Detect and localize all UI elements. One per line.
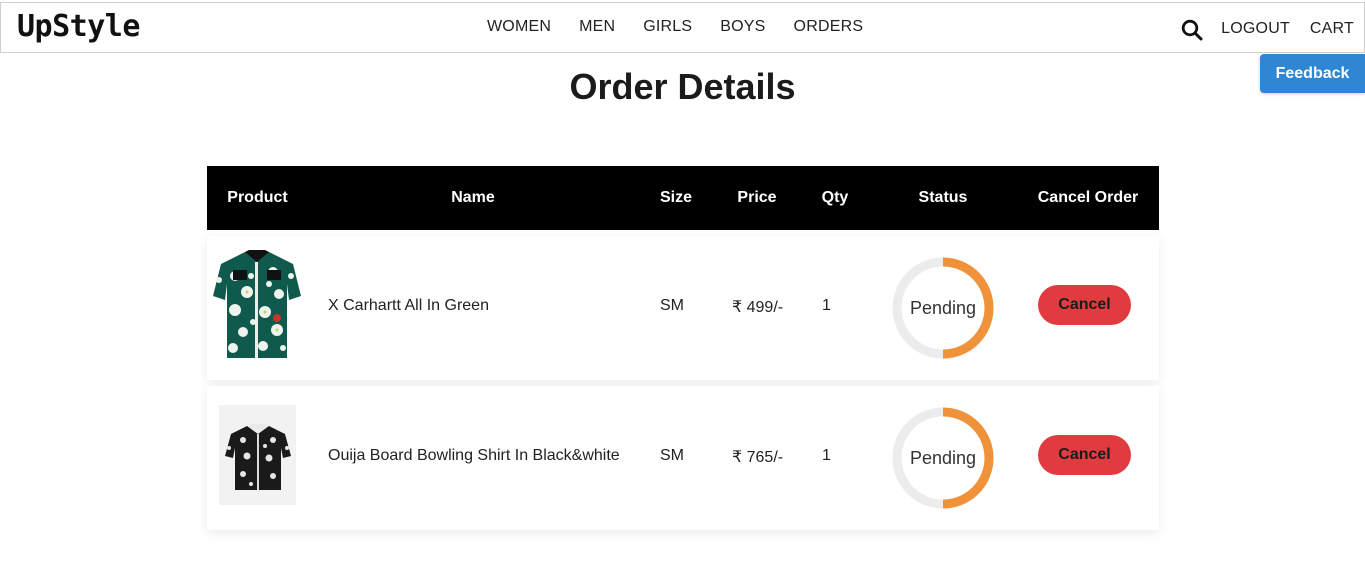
cancel-order-button[interactable]: Cancel	[1038, 435, 1131, 475]
header-price: Price	[737, 189, 777, 206]
product-qty: 1	[822, 447, 831, 464]
nav-girls[interactable]: GIRLS	[643, 18, 692, 36]
green-floral-shirt-image	[213, 250, 301, 358]
header-product: Product	[227, 189, 288, 206]
table-row: X Carhartt All In Green SM ₹ 499/- 1 Pen…	[207, 236, 1159, 380]
navbar: UpStyle WOMEN MEN GIRLS BOYS ORDERS LOGO…	[0, 2, 1365, 53]
logout-link[interactable]: LOGOUT	[1221, 20, 1290, 38]
product-image[interactable]	[207, 236, 307, 380]
nav-boys[interactable]: BOYS	[720, 18, 765, 36]
status-badge: Pending	[909, 448, 977, 468]
product-name: Ouija Board Bowling Shirt In Black&white	[328, 447, 620, 464]
product-price: ₹ 765/-	[732, 449, 784, 466]
nav-right: LOGOUT CART	[1181, 18, 1354, 41]
orders-table: Product Name Size Price Qty Status Cance…	[207, 166, 1159, 530]
brand-logo[interactable]: UpStyle	[17, 9, 140, 44]
status-badge: Pending	[909, 298, 977, 318]
page-title: Order Details	[569, 66, 796, 107]
table-row: Ouija Board Bowling Shirt In Black&white…	[207, 386, 1159, 530]
table-header: Product Name Size Price Qty Status Cance…	[207, 166, 1159, 230]
product-price: ₹ 499/-	[732, 299, 784, 316]
product-qty: 1	[822, 297, 831, 314]
header-size: Size	[659, 189, 692, 206]
product-size: SM	[660, 447, 684, 464]
cancel-order-button[interactable]: Cancel	[1038, 285, 1131, 325]
main-nav: WOMEN MEN GIRLS BOYS ORDERS	[487, 18, 891, 36]
search-icon[interactable]	[1181, 19, 1203, 41]
header-status: Status	[918, 189, 968, 206]
header-name: Name	[451, 189, 495, 206]
header-qty: Qty	[821, 189, 849, 206]
cart-link[interactable]: CART	[1310, 20, 1354, 38]
product-image[interactable]	[207, 386, 307, 530]
nav-men[interactable]: MEN	[579, 18, 615, 36]
nav-women[interactable]: WOMEN	[487, 18, 551, 36]
product-name: X Carhartt All In Green	[328, 297, 489, 314]
header-cancel-order: Cancel Order	[1037, 189, 1139, 206]
black-bandana-shirt-image	[219, 405, 296, 505]
product-size: SM	[660, 297, 684, 314]
nav-orders[interactable]: ORDERS	[794, 18, 864, 36]
